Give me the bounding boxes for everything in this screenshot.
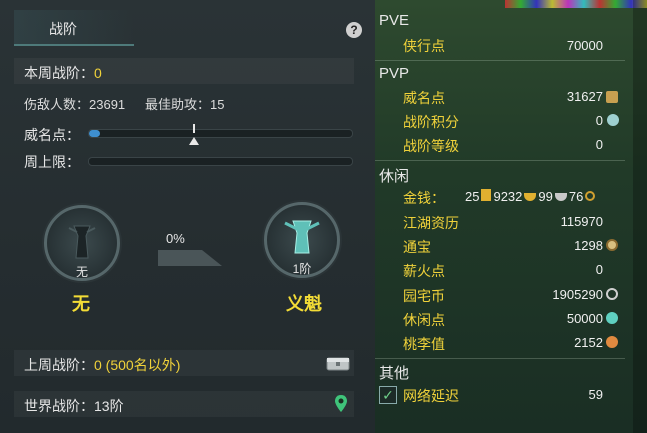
background-band <box>505 0 647 8</box>
gold-ingot-icon <box>524 193 537 201</box>
pvp-item-value: 0 <box>595 137 603 152</box>
progress-marker-icon <box>189 137 199 145</box>
pvp-item-value: 0 <box>595 113 603 128</box>
other-title: 其他 <box>379 365 410 382</box>
money-label: 金钱： <box>403 190 445 206</box>
tab-bar: 战阶 <box>0 10 375 46</box>
arrow-right-icon <box>158 250 222 266</box>
renown-progress-bar <box>88 124 353 145</box>
leisure-item-label: 薪火点 <box>403 263 445 279</box>
latency-value: 59 <box>588 387 603 402</box>
leisure-item-label: 休闲点 <box>403 312 445 328</box>
weekly-rank-row: 本周战阶：0 <box>14 58 354 84</box>
current-rank-emblem: 无 <box>44 205 120 281</box>
current-rank-level: 无 <box>75 265 88 279</box>
rank-panel: 战阶 ? 本周战阶：0 伤敌人数：23691 最佳助攻：15 威名点： 周上限：… <box>0 0 375 433</box>
leisure-item-value: 115970 <box>560 214 603 229</box>
leisure-item-label: 江湖资历 <box>403 215 459 231</box>
world-rank-value: 13阶 <box>94 398 124 414</box>
peach-icon <box>606 336 618 348</box>
leisure-title: 休闲 <box>379 168 410 185</box>
leisure-item-value: 2152 <box>574 335 603 350</box>
house-coin-icon <box>606 288 618 300</box>
pvp-item-label: 威名点 <box>403 90 445 106</box>
last-week-rank-value: 0 (500名以外) <box>94 357 181 373</box>
pvp-title: PVP <box>379 65 410 82</box>
next-rank-emblem: 1阶 <box>264 202 340 278</box>
last-week-rank-label: 上周战阶： <box>24 357 94 373</box>
pve-item-value: 70000 <box>566 38 603 53</box>
pve-item-label: 侠行点 <box>403 38 445 54</box>
renown-progress-fill <box>89 130 100 137</box>
leisure-point-icon <box>606 312 618 324</box>
leisure-item-label: 通宝 <box>403 239 431 255</box>
tab-rank[interactable]: 战阶 <box>14 10 134 46</box>
coin-icon <box>606 239 618 251</box>
kills-stat: 伤敌人数：23691 <box>24 97 126 112</box>
weekly-cap-bar <box>88 157 353 166</box>
currency-panel: PVE 侠行点 70000 PVP 威名点 31627 战阶积分 0 战阶等级 … <box>375 0 647 433</box>
chest-icon[interactable] <box>326 354 350 372</box>
location-pin-icon[interactable] <box>334 394 348 414</box>
pvp-item-label: 战阶积分 <box>403 114 459 130</box>
next-rank-level: 1阶 <box>292 262 312 276</box>
next-rank-name: 义魁 <box>286 294 322 314</box>
weekly-rank-label: 本周战阶： <box>24 65 94 81</box>
world-rank-label: 世界战阶： <box>24 398 94 414</box>
assist-stat: 最佳助攻：15 <box>145 97 225 112</box>
weekly-rank-value: 0 <box>94 65 102 81</box>
help-icon[interactable]: ? <box>346 22 362 38</box>
divider <box>375 60 625 61</box>
pvp-item-value: 31627 <box>566 89 603 104</box>
leisure-item-label: 桃李值 <box>403 336 445 352</box>
gold-brick-icon <box>481 189 492 201</box>
leisure-item-value: 50000 <box>566 311 603 326</box>
rank-points-icon <box>607 114 619 126</box>
divider <box>375 160 625 161</box>
pve-title: PVE <box>379 12 410 29</box>
leisure-item-label: 园宅币 <box>403 288 445 304</box>
current-rank-name: 无 <box>72 294 90 314</box>
leisure-item-value: 0 <box>595 262 603 277</box>
divider <box>375 358 625 359</box>
renown-label: 威名点： <box>24 127 80 143</box>
pvp-item-label: 战阶等级 <box>403 138 459 154</box>
last-week-rank-row: 上周战阶：0 (500名以外) <box>14 350 354 376</box>
scrollbar[interactable] <box>633 0 647 433</box>
money-value: 25 9232 99 76 <box>465 189 596 204</box>
progress-marker <box>193 124 195 133</box>
latency-label: 网络延迟 <box>403 388 459 404</box>
silver-ingot-icon <box>554 193 567 201</box>
latency-checkbox[interactable]: ✓ <box>379 386 397 404</box>
world-rank-row: 世界战阶：13阶 <box>14 391 354 417</box>
progress-percent: 0% <box>166 231 185 246</box>
leisure-item-value: 1905290 <box>552 287 603 302</box>
leisure-item-value: 1298 <box>574 238 603 253</box>
weekly-cap-label: 周上限： <box>24 154 80 170</box>
copper-coin-icon <box>585 191 596 201</box>
renown-icon <box>606 91 618 103</box>
tab-rank-label: 战阶 <box>49 21 77 37</box>
